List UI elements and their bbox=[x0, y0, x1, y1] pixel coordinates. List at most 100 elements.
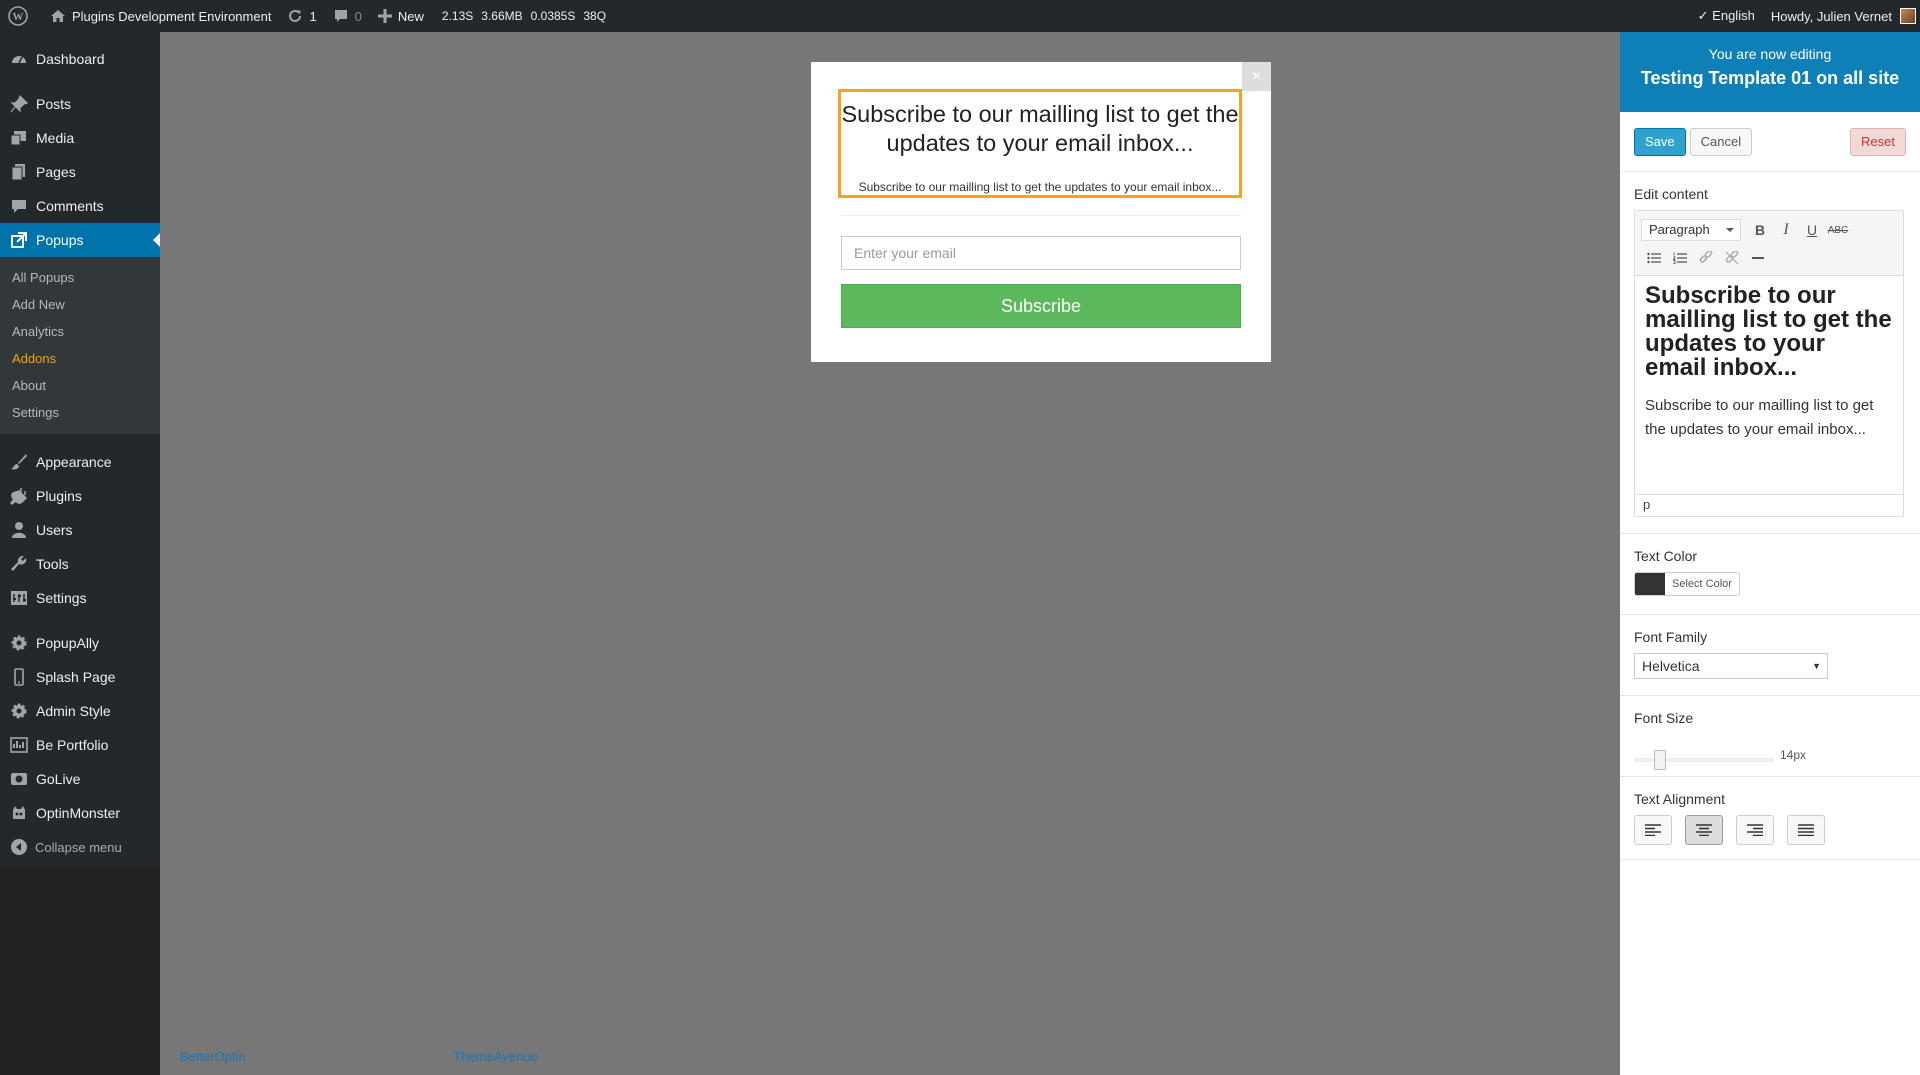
popup-body-text: Subscribe to our mailling list to get th… bbox=[858, 180, 1222, 194]
italic-icon[interactable]: I bbox=[1773, 218, 1799, 242]
user-icon bbox=[9, 520, 29, 540]
comments-icon bbox=[9, 196, 29, 216]
phone-icon bbox=[9, 667, 29, 687]
submenu-addons[interactable]: Addons bbox=[0, 345, 160, 372]
footer-credits: BetterOptin ThemeAvenue bbox=[180, 1049, 538, 1064]
subscribe-button[interactable]: Subscribe bbox=[841, 284, 1241, 328]
popup-divider bbox=[841, 215, 1241, 216]
my-account-menu[interactable]: Howdy, Julien Vernet bbox=[1763, 0, 1920, 32]
sidebar-item-popups[interactable]: Popups bbox=[0, 223, 160, 257]
stat-time: 2.13S bbox=[441, 9, 474, 23]
sidebar-item-dashboard[interactable]: Dashboard bbox=[0, 42, 160, 76]
submenu-settings[interactable]: Settings bbox=[0, 399, 160, 426]
color-picker-button[interactable]: Select Color bbox=[1634, 572, 1740, 596]
section-title: Text Alignment bbox=[1634, 791, 1726, 807]
font-family-value: Helvetica bbox=[1642, 658, 1700, 674]
sidebar-item-pages[interactable]: Pages bbox=[0, 155, 160, 189]
sidebar-item-tools[interactable]: Tools bbox=[0, 547, 160, 581]
font-size-slider: 14px bbox=[1634, 734, 1906, 770]
admin-menu: Dashboard Posts Media Pages Comments Pop… bbox=[0, 32, 160, 866]
strikethrough-icon[interactable]: ABC bbox=[1825, 218, 1851, 242]
sidebar-item-label: GoLive bbox=[36, 771, 81, 787]
editing-template-name: Testing Template 01 on all site bbox=[1640, 68, 1900, 88]
font-size-section: Font Size 14px bbox=[1620, 696, 1920, 777]
font-size-value: 14px bbox=[1780, 748, 1807, 762]
underline-icon[interactable]: U bbox=[1799, 218, 1825, 242]
format-select[interactable]: Paragraph bbox=[1641, 219, 1741, 241]
editor-toolbar: Paragraph B I U ABC bbox=[1635, 211, 1903, 276]
query-monitor-stats[interactable]: 2.13S 3.66MB 0.0385S 38Q bbox=[432, 0, 618, 32]
sidebar-item-optinmonster[interactable]: OptinMonster bbox=[0, 796, 160, 830]
sidebar-item-users[interactable]: Users bbox=[0, 513, 160, 547]
gear-icon bbox=[9, 633, 29, 653]
align-right-button[interactable] bbox=[1736, 815, 1774, 845]
cancel-button[interactable]: Cancel bbox=[1689, 128, 1753, 156]
bullet-list-icon[interactable] bbox=[1641, 246, 1667, 270]
sidebar-item-splash-page[interactable]: Splash Page bbox=[0, 660, 160, 694]
rich-text-editor: Paragraph B I U ABC Subscribe to our mai… bbox=[1634, 210, 1904, 517]
align-left-button[interactable] bbox=[1634, 815, 1672, 845]
unlink-icon[interactable] bbox=[1719, 246, 1745, 270]
sidebar-item-popupally[interactable]: PopupAlly bbox=[0, 626, 160, 660]
site-name-menu[interactable]: Plugins Development Environment bbox=[42, 0, 279, 32]
new-content-menu[interactable]: New bbox=[370, 0, 432, 32]
submenu-all-popups[interactable]: All Popups bbox=[0, 264, 160, 291]
sidebar-item-admin-style[interactable]: Admin Style bbox=[0, 694, 160, 728]
pin-icon bbox=[9, 94, 29, 114]
sidebar-item-label: Be Portfolio bbox=[36, 737, 109, 753]
dashboard-icon bbox=[9, 49, 29, 69]
popup-headline: Subscribe to our mailling list to get th… bbox=[841, 101, 1239, 156]
collapse-menu-button[interactable]: Collapse menu bbox=[0, 830, 160, 864]
sidebar-item-settings[interactable]: Settings bbox=[0, 581, 160, 615]
comment-icon bbox=[334, 10, 347, 22]
media-icon bbox=[9, 128, 29, 148]
sidebar-item-media[interactable]: Media bbox=[0, 121, 160, 155]
slider-handle[interactable] bbox=[1654, 750, 1666, 770]
submenu-about[interactable]: About bbox=[0, 372, 160, 399]
editor-content-area[interactable]: Subscribe to our mailling list to get th… bbox=[1635, 276, 1903, 494]
submenu-analytics[interactable]: Analytics bbox=[0, 318, 160, 345]
language-label: ✓ English bbox=[1697, 8, 1755, 23]
gear-icon bbox=[9, 701, 29, 721]
updates-menu[interactable]: 1 bbox=[279, 0, 324, 32]
panel-actions: Save Cancel Reset bbox=[1620, 112, 1920, 172]
wordpress-logo-menu[interactable]: W bbox=[0, 0, 42, 32]
email-input[interactable]: Enter your email bbox=[841, 236, 1241, 270]
wrench-icon bbox=[9, 554, 29, 574]
align-right-icon bbox=[1747, 824, 1763, 836]
popup-content-block[interactable]: Subscribe to our mailling list to get th… bbox=[838, 89, 1242, 198]
slider-track[interactable] bbox=[1634, 750, 1774, 770]
section-title: Edit content bbox=[1634, 186, 1708, 202]
sidebar-item-label: Appearance bbox=[36, 454, 112, 470]
sidebar-item-be-portfolio[interactable]: Be Portfolio bbox=[0, 728, 160, 762]
reset-button[interactable]: Reset bbox=[1850, 128, 1906, 156]
plugin-icon bbox=[9, 486, 29, 506]
sidebar-item-comments[interactable]: Comments bbox=[0, 189, 160, 223]
align-center-button[interactable] bbox=[1685, 815, 1723, 845]
collapse-label: Collapse menu bbox=[35, 839, 122, 855]
golive-icon bbox=[9, 769, 29, 789]
sidebar-item-golive[interactable]: GoLive bbox=[0, 762, 160, 796]
betteroptin-link[interactable]: BetterOptin bbox=[180, 1049, 246, 1064]
sidebar-item-posts[interactable]: Posts bbox=[0, 87, 160, 121]
wordpress-icon: W bbox=[8, 6, 28, 26]
align-justify-button[interactable] bbox=[1787, 815, 1825, 845]
text-alignment-section: Text Alignment bbox=[1620, 777, 1920, 860]
language-switcher[interactable]: ✓ English bbox=[1690, 0, 1763, 32]
sidebar-item-label: Comments bbox=[36, 198, 104, 214]
link-icon[interactable] bbox=[1693, 246, 1719, 270]
submenu-add-new[interactable]: Add New bbox=[0, 291, 160, 318]
popups-icon bbox=[9, 230, 29, 250]
editor-path-bar: p bbox=[1635, 494, 1903, 516]
bold-icon[interactable]: B bbox=[1747, 218, 1773, 242]
numbered-list-icon[interactable] bbox=[1667, 246, 1693, 270]
customizer-panel: You are now editing Testing Template 01 … bbox=[1620, 32, 1920, 1075]
themeavenue-link[interactable]: ThemeAvenue bbox=[453, 1049, 537, 1064]
save-button[interactable]: Save bbox=[1634, 128, 1686, 156]
font-family-select[interactable]: Helvetica ▼ bbox=[1634, 653, 1828, 679]
sidebar-item-plugins[interactable]: Plugins bbox=[0, 479, 160, 513]
horizontal-line-icon[interactable] bbox=[1745, 246, 1771, 270]
sidebar-item-appearance[interactable]: Appearance bbox=[0, 445, 160, 479]
comments-menu[interactable]: 0 bbox=[325, 0, 370, 32]
popup-close-button[interactable]: × bbox=[1242, 62, 1271, 91]
